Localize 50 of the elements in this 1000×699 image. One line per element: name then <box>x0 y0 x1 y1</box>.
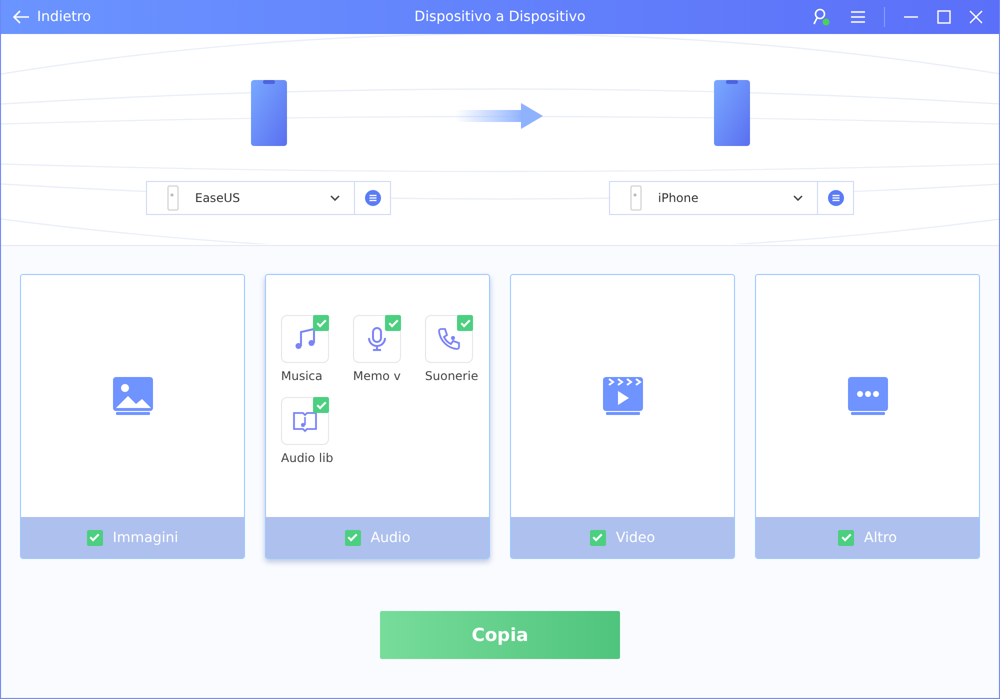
list-circle-icon <box>364 190 380 206</box>
category-card[interactable]: Video <box>510 274 735 559</box>
category-card[interactable]: Immagini <box>20 274 245 559</box>
more-dots-icon <box>846 376 888 416</box>
close-icon[interactable] <box>969 10 983 24</box>
audio-type-tile[interactable] <box>281 315 329 363</box>
user-status-icon[interactable] <box>812 7 832 27</box>
chevron-down-icon <box>793 195 803 201</box>
menu-icon[interactable] <box>850 10 866 24</box>
window-title: Dispositivo a Dispositivo <box>414 9 586 25</box>
checkbox[interactable] <box>313 315 329 331</box>
target-device-dropdown[interactable]: iPhone <box>609 181 818 215</box>
device-info-button[interactable] <box>818 181 854 215</box>
copy-button[interactable]: Copia <box>380 611 620 659</box>
checkbox[interactable] <box>590 530 606 546</box>
audio-type-tile[interactable] <box>353 315 401 363</box>
audio-type-label: Audio lib <box>281 451 334 465</box>
video-clapper-icon <box>602 376 644 416</box>
device-name: EaseUS <box>195 191 241 205</box>
back-arrow-icon <box>11 9 31 25</box>
list-circle-icon <box>828 190 844 206</box>
phone-icon <box>630 185 642 211</box>
checkbox[interactable] <box>838 530 854 546</box>
checkbox[interactable] <box>86 530 103 546</box>
back-button[interactable]: Indietro <box>1 9 101 25</box>
chevron-down-icon <box>330 195 340 201</box>
audio-type-label: Memo v <box>353 369 402 383</box>
device-info-button[interactable] <box>355 181 391 215</box>
category-card[interactable]: Musica Memo v Suonerie Audio lib Audio <box>265 274 490 559</box>
audio-type-tile[interactable] <box>425 315 473 363</box>
phone-drawing <box>712 79 750 147</box>
checkbox[interactable] <box>344 530 361 546</box>
audio-type-label: Suonerie <box>425 369 480 383</box>
checkbox[interactable] <box>457 315 473 331</box>
category-label: Immagini <box>112 530 178 546</box>
audio-type-label: Musica <box>281 369 324 383</box>
picture-icon <box>112 376 154 416</box>
checkbox[interactable] <box>385 315 401 331</box>
category-card[interactable]: Altro <box>755 274 980 559</box>
audio-type-tile[interactable] <box>281 397 329 445</box>
maximize-icon[interactable] <box>937 10 951 24</box>
phone-icon <box>167 185 179 211</box>
category-label: Video <box>616 530 656 546</box>
phone-drawing <box>250 79 288 147</box>
device-name: iPhone <box>658 191 700 205</box>
source-device-dropdown[interactable]: EaseUS <box>146 181 355 215</box>
checkbox[interactable] <box>313 397 329 413</box>
category-label: Audio <box>370 530 410 546</box>
phone-call-icon <box>436 326 462 352</box>
category-label: Altro <box>864 530 897 546</box>
